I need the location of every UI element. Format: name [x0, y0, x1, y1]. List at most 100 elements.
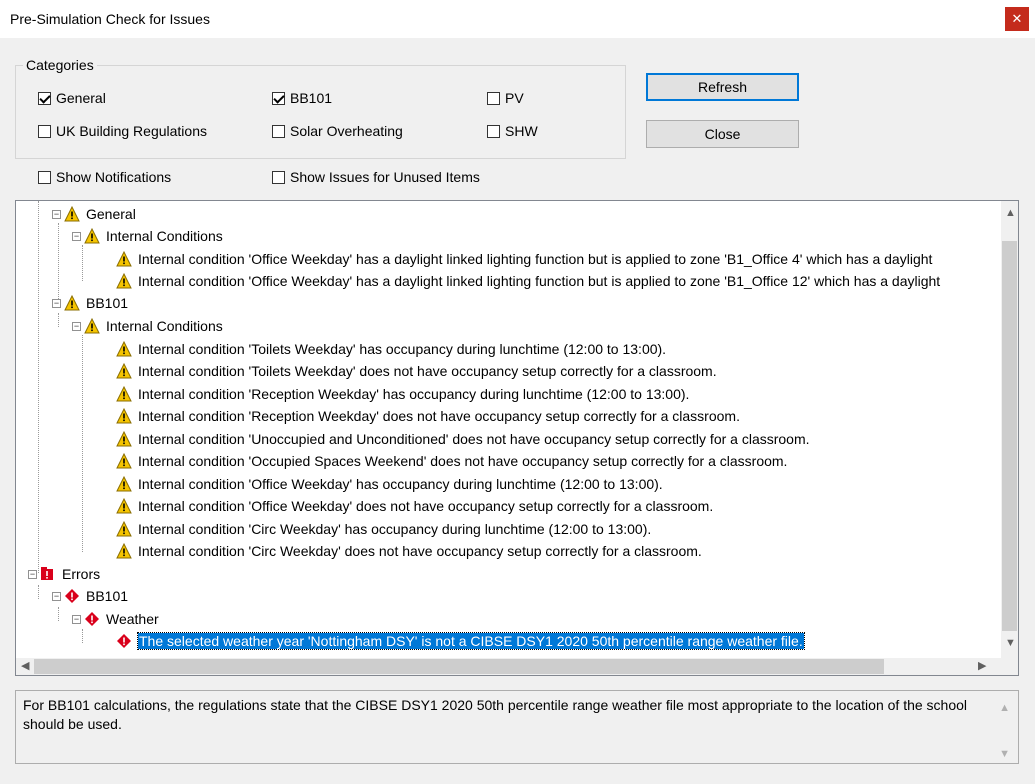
- show-notifications-label: Show Notifications: [56, 169, 172, 185]
- tree-leaf-selected-issue[interactable]: The selected weather year 'Nottingham DS…: [116, 630, 805, 652]
- tree-leaf-label: Internal condition 'Circ Weekday' does n…: [138, 543, 702, 559]
- collapse-icon[interactable]: −: [28, 569, 37, 579]
- warning-icon: [116, 498, 132, 514]
- error-icon: [85, 612, 99, 626]
- warning-icon: [116, 521, 132, 537]
- checkbox-unchecked-icon[interactable]: [38, 170, 51, 184]
- categories-label: Categories: [23, 57, 97, 73]
- category-solar-overheating-checkbox[interactable]: Solar Overheating: [272, 123, 403, 139]
- tree-node-label: BB101: [86, 295, 129, 311]
- checkbox-checked-icon[interactable]: [272, 91, 285, 105]
- tree-node-label: Errors: [62, 566, 101, 582]
- tree-leaf-issue[interactable]: Internal condition 'Circ Weekday' does n…: [116, 540, 702, 562]
- collapse-icon[interactable]: −: [72, 231, 81, 241]
- checkbox-checked-icon[interactable]: [38, 91, 51, 105]
- category-warning-icon: [84, 318, 100, 334]
- tree-node-bb101[interactable]: − BB101: [52, 292, 128, 314]
- window-close-button[interactable]: ✕: [1005, 7, 1029, 31]
- show-notifications-checkbox[interactable]: Show Notifications: [38, 169, 171, 185]
- collapse-icon[interactable]: −: [72, 321, 81, 331]
- tree-node-errors[interactable]: − Errors: [28, 563, 100, 585]
- tree-leaf-label: Internal condition 'Reception Weekday' h…: [138, 386, 690, 402]
- scroll-right-icon[interactable]: ▶: [978, 659, 986, 672]
- warning-icon: [116, 543, 132, 559]
- category-bb101-label: BB101: [290, 90, 333, 106]
- tree-leaf-label: Internal condition 'Office Weekday' has …: [138, 476, 663, 492]
- title-bar: Pre-Simulation Check for Issues ✕: [0, 0, 1035, 38]
- collapse-icon[interactable]: −: [52, 298, 61, 308]
- collapse-icon[interactable]: −: [52, 209, 61, 219]
- category-shw-label: SHW: [505, 123, 538, 139]
- category-warning-icon: [64, 206, 80, 222]
- tree-leaf-issue[interactable]: Internal condition 'Office Weekday' has …: [116, 248, 932, 270]
- tree-leaf-issue[interactable]: Internal condition 'Circ Weekday' has oc…: [116, 518, 651, 540]
- tree-leaf-label: Internal condition 'Office Weekday' has …: [138, 273, 941, 289]
- scroll-thumb[interactable]: [34, 659, 884, 674]
- collapse-icon[interactable]: −: [72, 614, 81, 624]
- tree-node-label: BB101: [86, 588, 129, 604]
- tree-leaf-label: Internal condition 'Unoccupied and Uncon…: [138, 431, 810, 447]
- warning-icon: [116, 476, 132, 492]
- tree-connector: [58, 313, 59, 327]
- tree-connector: [82, 245, 83, 281]
- category-pv-checkbox[interactable]: PV: [487, 90, 524, 106]
- tree-node-general-internal[interactable]: − Internal Conditions: [72, 225, 223, 247]
- categories-group: [15, 65, 626, 159]
- collapse-icon[interactable]: −: [52, 591, 61, 601]
- tree-leaf-issue[interactable]: Internal condition 'Unoccupied and Uncon…: [116, 428, 810, 450]
- warning-icon: [116, 431, 132, 447]
- tree-leaf-issue[interactable]: Internal condition 'Toilets Weekday' has…: [116, 338, 666, 360]
- show-unused-checkbox[interactable]: Show Issues for Unused Items: [272, 169, 480, 185]
- checkbox-unchecked-icon[interactable]: [38, 124, 51, 138]
- errors-icon: [41, 567, 53, 580]
- tree-leaf-issue[interactable]: Internal condition 'Office Weekday' has …: [116, 270, 940, 292]
- checkbox-unchecked-icon[interactable]: [272, 124, 285, 138]
- scroll-down-icon: ▼: [999, 748, 1010, 760]
- tree-leaf-label: The selected weather year 'Nottingham DS…: [137, 632, 805, 650]
- tree-node-bb101-internal[interactable]: − Internal Conditions: [72, 315, 223, 337]
- checkbox-unchecked-icon[interactable]: [487, 91, 500, 105]
- scroll-thumb[interactable]: [1002, 241, 1017, 631]
- category-warning-icon: [84, 228, 100, 244]
- tree-connector: [58, 607, 59, 621]
- tree-node-general[interactable]: − General: [52, 203, 136, 225]
- issues-tree[interactable]: − General − Internal Conditions Internal…: [15, 200, 1019, 676]
- category-uk-building-regs-checkbox[interactable]: UK Building Regulations: [38, 123, 207, 139]
- show-unused-label: Show Issues for Unused Items: [290, 169, 480, 185]
- issue-description: For BB101 calculations, the regulations …: [15, 690, 1019, 764]
- category-uk-building-regs-label: UK Building Regulations: [56, 123, 207, 139]
- tree-leaf-label: Internal condition 'Office Weekday' has …: [138, 251, 933, 267]
- tree-connector: [82, 629, 83, 643]
- tree-leaf-label: Internal condition 'Toilets Weekday' has…: [138, 341, 667, 357]
- refresh-button[interactable]: Refresh: [646, 73, 799, 101]
- tree-leaf-issue[interactable]: Internal condition 'Reception Weekday' d…: [116, 405, 740, 427]
- tree-node-label: Internal Conditions: [106, 228, 223, 244]
- scroll-up-icon: ▲: [999, 702, 1010, 714]
- error-icon: [65, 589, 79, 603]
- tree-leaf-issue[interactable]: Internal condition 'Toilets Weekday' doe…: [116, 360, 717, 382]
- tree-horizontal-scrollbar[interactable]: ◀ ▶: [16, 658, 1018, 675]
- scroll-left-icon[interactable]: ◀: [21, 659, 29, 672]
- close-button[interactable]: Close: [646, 120, 799, 148]
- error-icon: [117, 634, 131, 648]
- tree-leaf-issue[interactable]: Internal condition 'Office Weekday' does…: [116, 495, 713, 517]
- tree-leaf-issue[interactable]: Internal condition 'Office Weekday' has …: [116, 473, 663, 495]
- scroll-up-icon[interactable]: ▲: [1005, 207, 1016, 219]
- category-general-checkbox[interactable]: General: [38, 90, 106, 106]
- tree-vertical-scrollbar[interactable]: ▲ ▼: [1001, 201, 1018, 659]
- category-warning-icon: [64, 295, 80, 311]
- scroll-down-icon[interactable]: ▼: [1005, 637, 1016, 649]
- warning-icon: [116, 273, 132, 289]
- checkbox-unchecked-icon[interactable]: [272, 170, 285, 184]
- category-bb101-checkbox[interactable]: BB101: [272, 90, 332, 106]
- category-shw-checkbox[interactable]: SHW: [487, 123, 538, 139]
- tree-leaf-label: Internal condition 'Circ Weekday' has oc…: [138, 521, 652, 537]
- category-general-label: General: [56, 90, 106, 106]
- window-title: Pre-Simulation Check for Issues: [10, 11, 210, 27]
- tree-node-errors-bb101[interactable]: − BB101: [52, 585, 128, 607]
- checkbox-unchecked-icon[interactable]: [487, 124, 500, 138]
- tree-leaf-issue[interactable]: Internal condition 'Reception Weekday' h…: [116, 383, 689, 405]
- tree-leaf-issue[interactable]: Internal condition 'Occupied Spaces Week…: [116, 450, 787, 472]
- tree-node-errors-weather[interactable]: − Weather: [72, 608, 159, 630]
- tree-node-label: Internal Conditions: [106, 318, 223, 334]
